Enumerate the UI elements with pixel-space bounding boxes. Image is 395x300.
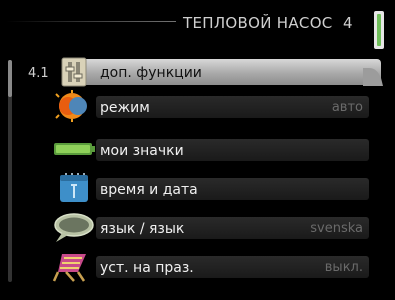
thermometer-gauge-icon [374,11,384,49]
menu-item-value: svenska [310,221,363,236]
menu-item-label: время и дата [100,182,198,198]
beach-chair-icon [52,254,86,282]
header-divider [6,21,176,22]
battery-bar-icon [54,143,95,155]
menu-item-label: уст. на праз. [100,260,194,276]
menu-item-index: 4.1 [28,66,49,81]
page-title: ТЕПЛОВОЙ НАСОС [183,14,333,32]
header: ТЕПЛОВОЙ НАСОС 4 [0,0,395,52]
menu-item-language[interactable]: язык / язык svenska [14,213,369,242]
speech-bubble-icon [54,213,94,242]
calendar-clock-icon [60,173,88,202]
menu-item-extra-functions[interactable]: 4.1 доп. функции [14,57,383,87]
selection-corner [363,68,383,86]
menu-item-time-date[interactable]: время и дата [14,173,369,202]
menu-item-label: доп. функции [100,65,202,81]
menu-item-value: авто [331,100,363,115]
scrollbar-thumb[interactable] [8,60,12,97]
menu-number: 4 [343,14,353,32]
sun-globe-icon [55,90,87,122]
menu-item-label: мои значки [100,143,184,159]
menu-item-label: режим [100,100,150,116]
scrollbar[interactable] [8,60,12,282]
menu-item-holiday[interactable]: уст. на праз. выкл. [14,252,369,282]
menu-item-mode[interactable]: режим авто [14,90,369,122]
menu-item-value: выкл. [324,260,363,275]
menu-item-label: язык / язык [100,221,185,237]
menu-item-my-icons[interactable]: мои значки [14,135,369,163]
panel-settings-icon [61,57,87,87]
